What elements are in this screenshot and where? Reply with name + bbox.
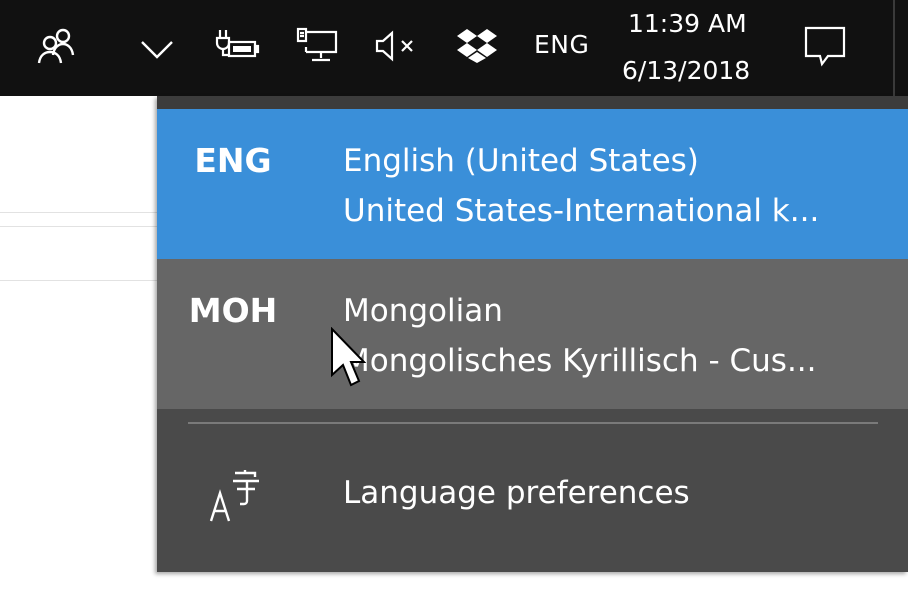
language-preferences-icon xyxy=(209,467,265,523)
language-item-eng[interactable]: ENG English (United States) United State… xyxy=(157,109,908,259)
language-preferences-link[interactable]: Language preferences xyxy=(157,439,908,549)
background-divider xyxy=(0,226,160,227)
keyboard-layout: United States-International k... xyxy=(343,193,820,229)
flyout-divider xyxy=(188,422,878,424)
input-indicator[interactable]: ENG xyxy=(534,30,589,59)
people-icon[interactable] xyxy=(36,26,76,66)
battery-charging-icon[interactable] xyxy=(214,28,260,64)
language-item-moh[interactable]: MOH Mongolian Mongolisches Kyrillisch - … xyxy=(157,259,908,409)
taskbar: ENG 11:39 AM 6/13/2018 xyxy=(0,0,908,96)
language-flyout: ENG English (United States) United State… xyxy=(157,96,908,572)
language-preferences-label: Language preferences xyxy=(343,475,690,511)
action-center-icon[interactable] xyxy=(804,26,846,68)
clock-date[interactable]: 6/13/2018 xyxy=(622,56,750,85)
volume-muted-icon[interactable] xyxy=(374,30,416,62)
language-code: MOH xyxy=(188,291,278,330)
clock-time[interactable]: 11:39 AM xyxy=(628,9,747,38)
background-divider xyxy=(0,212,160,213)
taskbar-edge xyxy=(893,0,895,96)
language-name: English (United States) xyxy=(343,143,699,179)
chevron-up-icon[interactable] xyxy=(139,34,175,62)
dropbox-icon[interactable] xyxy=(456,28,498,64)
flyout-header-strip xyxy=(157,96,908,109)
mouse-pointer-icon xyxy=(330,326,367,393)
network-icon[interactable] xyxy=(296,27,340,65)
language-name: Mongolian xyxy=(343,293,503,329)
language-code: ENG xyxy=(194,141,272,180)
background-divider xyxy=(0,280,160,281)
keyboard-layout: Mongolisches Kyrillisch - Cus... xyxy=(343,343,817,379)
